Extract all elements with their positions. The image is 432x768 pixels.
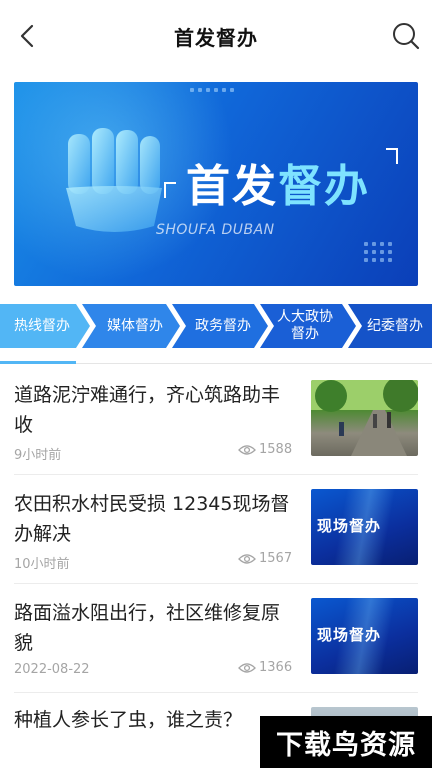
banner-title-main: 首发 xyxy=(186,161,278,212)
thumbnail-label: 现场督办 xyxy=(317,626,382,644)
news-view-count: 1366 xyxy=(259,660,293,675)
search-icon[interactable] xyxy=(390,20,422,52)
news-item[interactable]: 农田积水村民受损 12345现场督办解决 10小时前 1567 现场督办 xyxy=(0,475,432,583)
banner-subtitle: SHOUFA DUBAN xyxy=(156,222,275,238)
news-title: 种植人参长了虫，谁之责？ xyxy=(14,709,243,731)
eye-icon xyxy=(238,444,256,455)
news-view-count: 1567 xyxy=(259,551,293,566)
news-views: 1588 xyxy=(238,442,292,457)
news-thumbnail: 现场督办 xyxy=(311,598,418,674)
news-thumbnail: 现场督办 xyxy=(311,489,418,565)
tab-media[interactable]: 媒体督办 xyxy=(96,304,174,348)
app-header: 首发督办 xyxy=(0,0,432,72)
news-title: 农田积水村民受损 12345现场督办解决 xyxy=(14,493,290,545)
tab-hotline[interactable]: 热线督办 xyxy=(6,304,78,348)
news-thumbnail xyxy=(311,380,418,456)
watermark: 下载鸟资源 xyxy=(260,716,432,768)
banner-frame-tr xyxy=(386,148,398,164)
news-item[interactable]: 路面溢水阻出行，社区维修复原貌 2022-08-22 1366 现场督办 xyxy=(0,584,432,692)
news-view-count: 1588 xyxy=(259,442,293,457)
thumbnail-label: 现场督办 xyxy=(317,517,382,535)
tab-government[interactable]: 政务督办 xyxy=(186,304,260,348)
tab-discipline[interactable]: 纪委督办 xyxy=(360,304,430,348)
news-item[interactable]: 道路泥泞难通行，齐心筑路助丰收 9小时前 1588 xyxy=(0,366,432,474)
tab-npc-cppcc[interactable]: 人大政协督办 xyxy=(274,304,336,348)
banner[interactable]: 首发督办 SHOUFA DUBAN xyxy=(14,82,418,286)
news-views: 1567 xyxy=(238,551,292,566)
news-time: 9小时前 xyxy=(14,448,62,463)
eye-icon xyxy=(238,662,256,673)
banner-dots-right xyxy=(364,242,392,262)
page-title: 首发督办 xyxy=(174,26,258,50)
news-time: 10小时前 xyxy=(14,557,70,572)
banner-frame-tl xyxy=(164,182,176,198)
active-tab-indicator xyxy=(0,361,76,364)
banner-title: 首发督办 xyxy=(186,150,370,214)
banner-title-accent: 督办 xyxy=(278,161,370,212)
news-title: 路面溢水阻出行，社区维修复原貌 xyxy=(14,602,281,654)
news-title: 道路泥泞难通行，齐心筑路助丰收 xyxy=(14,384,281,436)
news-views: 1366 xyxy=(238,660,292,675)
road-photo xyxy=(311,380,418,456)
category-tabs: 热线督办 媒体督办 政务督办 人大政协督办 纪委督办 xyxy=(0,298,432,354)
banner-dots-top xyxy=(190,88,234,92)
news-time: 2022-08-22 xyxy=(14,662,90,677)
eye-icon xyxy=(238,553,256,564)
